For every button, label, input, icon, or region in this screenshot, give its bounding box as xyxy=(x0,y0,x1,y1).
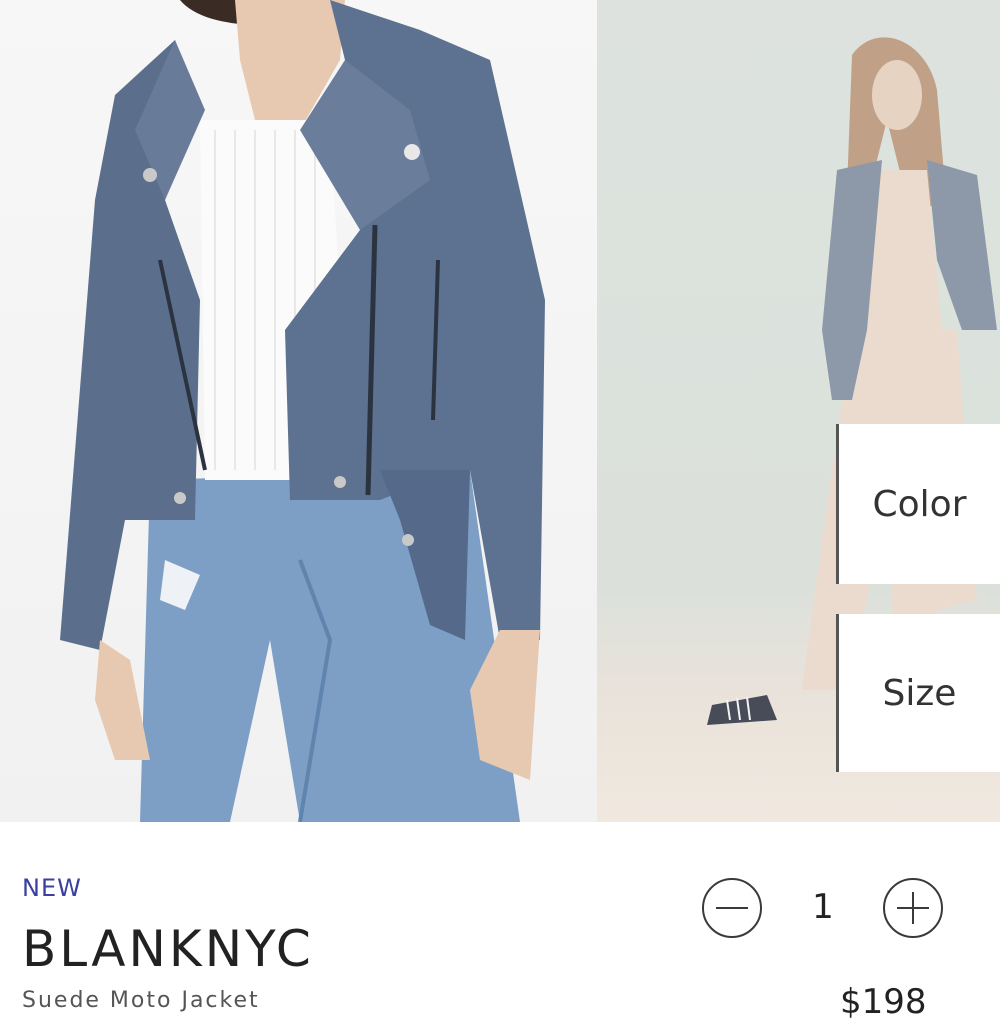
product-price: $198 xyxy=(840,982,927,1022)
product-subtitle: Suede Moto Jacket xyxy=(22,988,260,1013)
brand-name: BLANKNYC xyxy=(22,920,314,978)
new-badge: NEW xyxy=(22,874,82,902)
size-option-button[interactable]: Size xyxy=(836,614,1000,772)
product-photo-main[interactable] xyxy=(0,0,597,822)
minus-circle-icon xyxy=(702,878,762,938)
quantity-decrement-button[interactable] xyxy=(701,877,763,939)
quantity-increment-button[interactable] xyxy=(882,877,944,939)
color-option-button[interactable]: Color xyxy=(836,424,1000,584)
quantity-value: 1 xyxy=(812,887,834,927)
color-option-label: Color xyxy=(872,483,967,525)
size-option-label: Size xyxy=(882,672,957,714)
plus-circle-icon xyxy=(883,878,943,938)
model-jacket-illustration xyxy=(60,0,545,822)
